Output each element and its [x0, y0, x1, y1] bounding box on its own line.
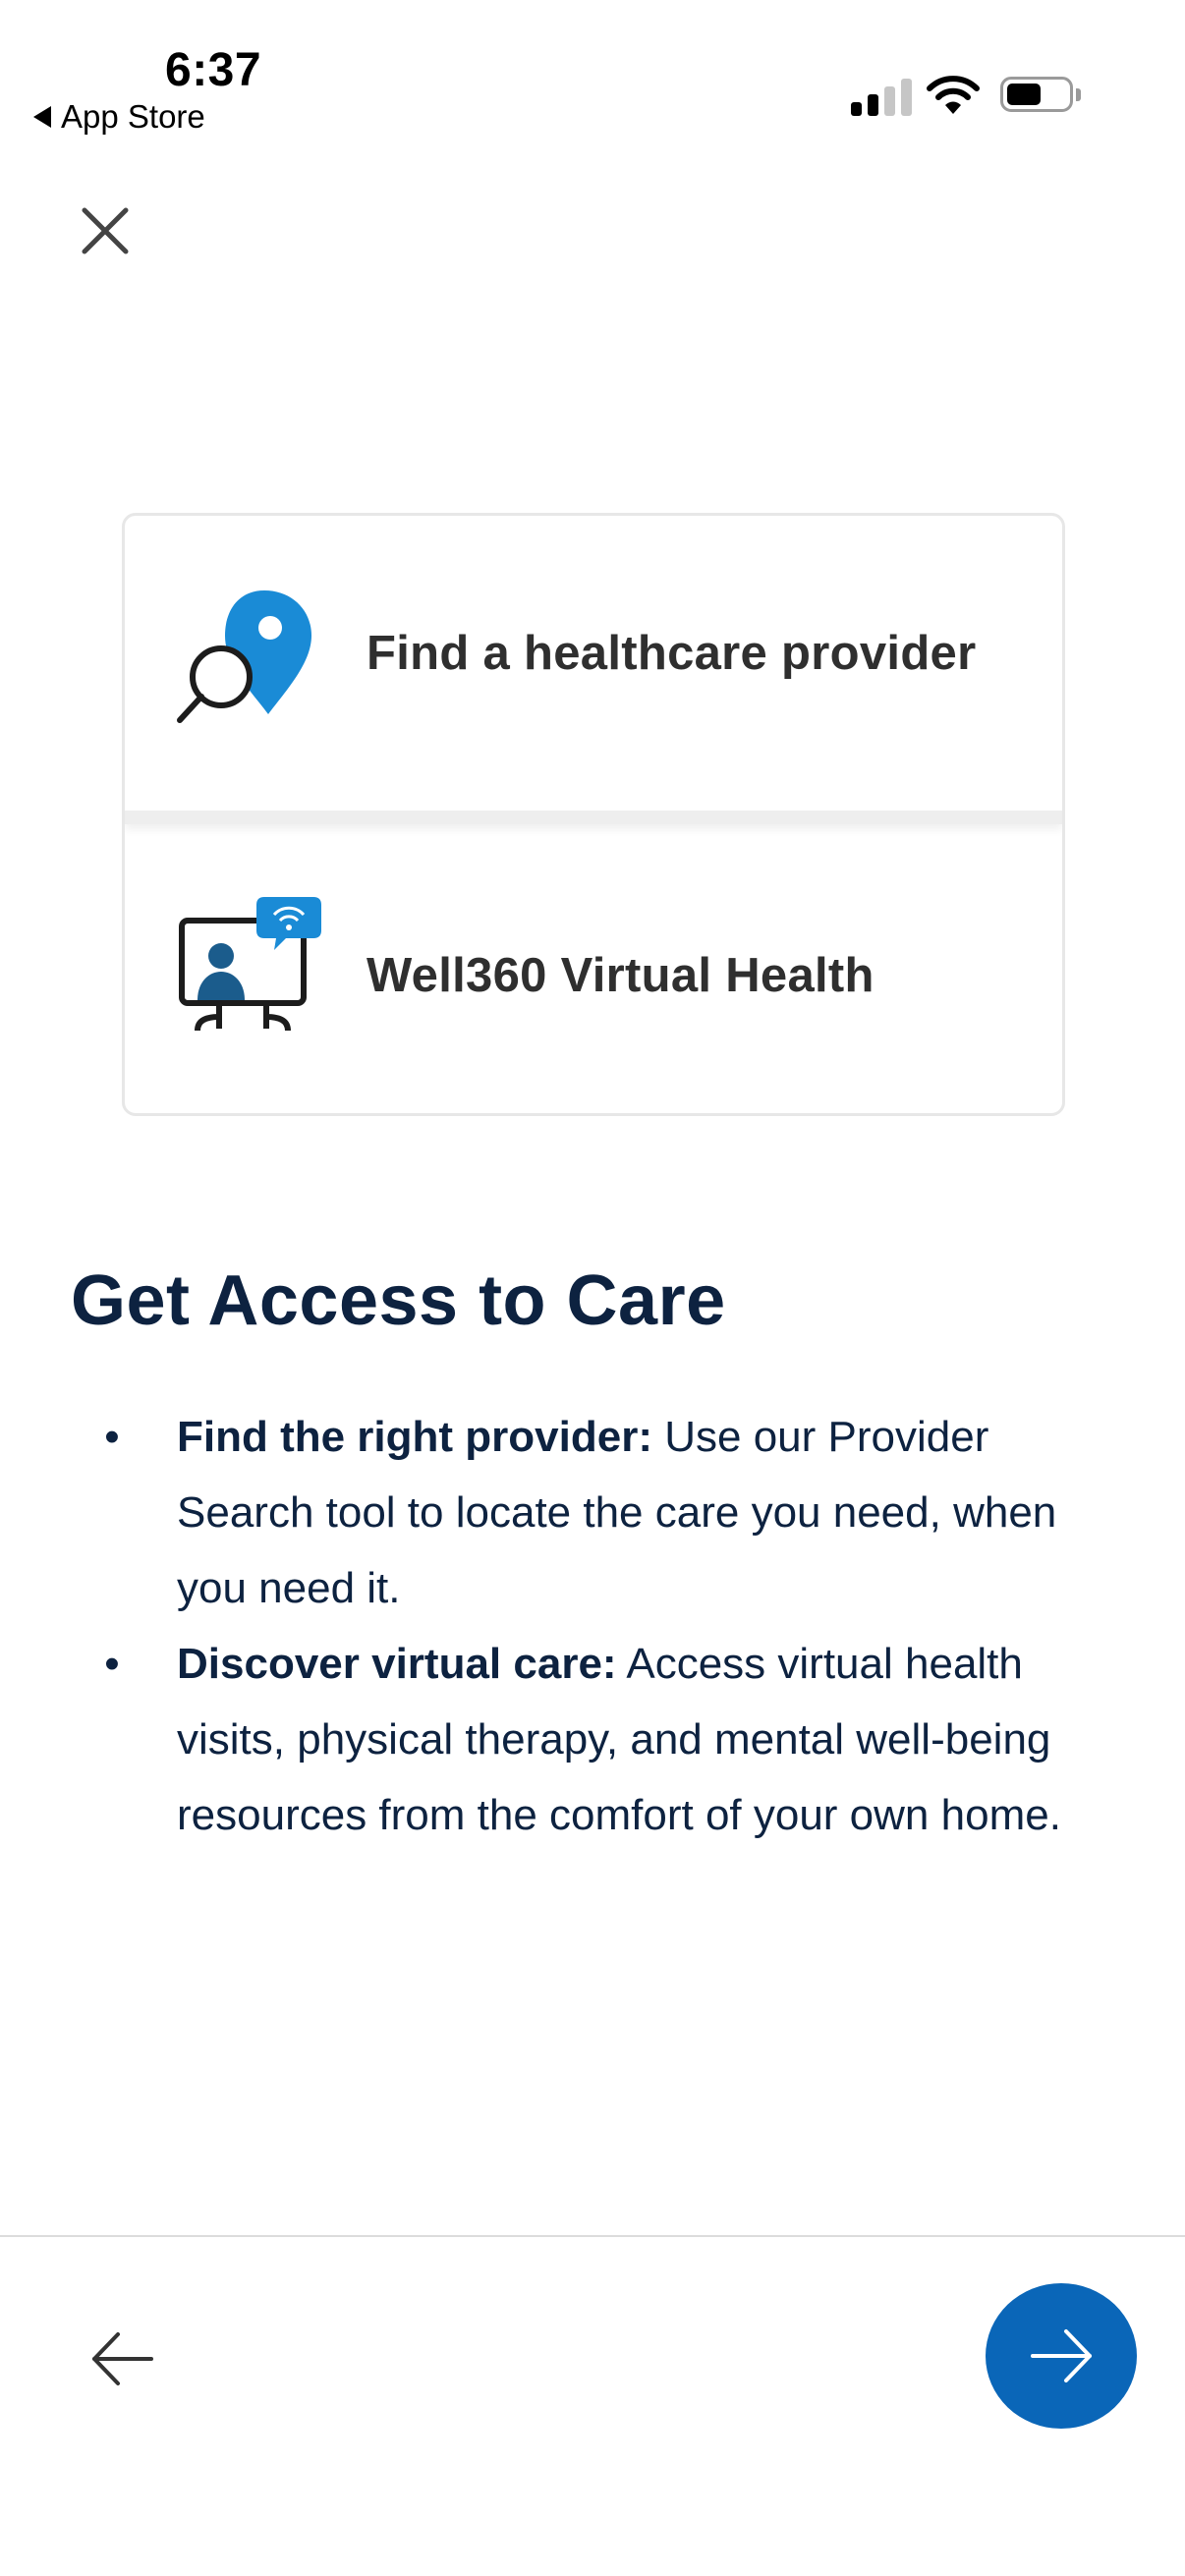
bullet-heading: Find the right provider: — [177, 1413, 652, 1461]
arrow-left-icon[interactable] — [88, 2324, 157, 2393]
arrow-right-icon — [1031, 2329, 1092, 2382]
close-icon[interactable] — [77, 202, 134, 259]
provider-search-icon — [177, 590, 311, 723]
back-to-app-store[interactable]: App Store — [33, 98, 205, 136]
virtual-health-label: Well360 Virtual Health — [367, 949, 875, 1002]
list-item: • Find the right provider: Use our Provi… — [102, 1399, 1095, 1626]
battery-icon — [1000, 77, 1081, 112]
wifi-icon — [927, 76, 980, 114]
bullet-dot: • — [104, 1413, 120, 1461]
care-options-card: Find a healthcare provider Well360 Virtu… — [122, 513, 1065, 1116]
page-title: Get Access to Care — [71, 1261, 726, 1340]
find-provider-label: Find a healthcare provider — [367, 627, 977, 680]
bullet-dot: • — [104, 1640, 120, 1688]
signal-icon — [851, 77, 912, 116]
bullet-heading: Discover virtual care: — [177, 1640, 617, 1688]
back-triangle-icon — [33, 106, 51, 128]
benefits-list: • Find the right provider: Use our Provi… — [102, 1399, 1095, 1853]
status-time: 6:37 — [165, 44, 262, 96]
virtual-health-option[interactable]: Well360 Virtual Health — [125, 836, 1062, 1113]
back-app-label: App Store — [61, 98, 205, 135]
list-item: • Discover virtual care: Access virtual … — [102, 1626, 1095, 1853]
virtual-health-icon — [179, 897, 321, 1032]
find-provider-option[interactable]: Find a healthcare provider — [125, 516, 1062, 824]
footer-divider — [0, 2235, 1185, 2237]
next-button[interactable] — [986, 2283, 1137, 2429]
